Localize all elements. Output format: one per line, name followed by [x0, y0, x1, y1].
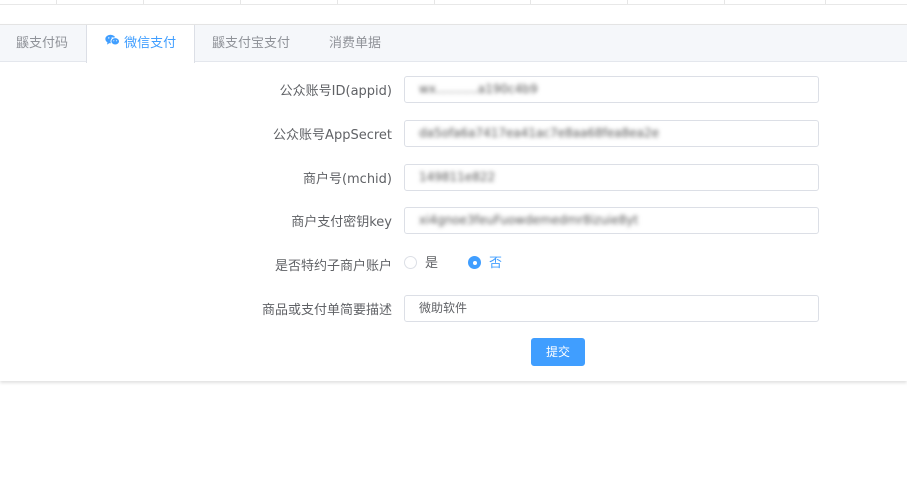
- mchid-value: 149811e822: [419, 170, 496, 184]
- mchid-label: 商户号(mchid): [302, 172, 392, 187]
- column-divider: [240, 0, 241, 4]
- tab-pay-code[interactable]: 鼷支付码: [16, 25, 68, 62]
- appid-field[interactable]: wx...........a190c4b9: [404, 76, 819, 103]
- radio-circle: [404, 256, 417, 269]
- column-divider: [56, 0, 57, 4]
- column-divider: [825, 0, 826, 4]
- payment-settings-panel: 鼷支付码 微信支付 鼷支付宝支付 消费单据 公众账号ID(appid) wx..…: [0, 24, 907, 381]
- radio-circle-checked: [468, 256, 481, 269]
- tab-alipay[interactable]: 鼷支付宝支付: [212, 25, 290, 62]
- appsecret-label: 公众账号AppSecret: [273, 128, 392, 143]
- appid-label: 公众账号ID(appid): [279, 84, 392, 99]
- key-value: xi4gnoe3feuFuowdemedmr8izuie8yt: [419, 213, 639, 227]
- wechat-icon: [105, 24, 120, 61]
- tab-wechat-pay[interactable]: 微信支付: [86, 25, 195, 63]
- column-divider: [337, 0, 338, 4]
- column-divider: [530, 0, 531, 4]
- column-divider: [143, 0, 144, 4]
- radio-yes-label: 是: [425, 256, 439, 271]
- tab-label: 鼷支付宝支付: [212, 36, 291, 51]
- column-divider: [627, 0, 628, 4]
- key-field[interactable]: xi4gnoe3feuFuowdemedmr8izuie8yt: [404, 207, 819, 234]
- radio-no[interactable]: 否: [468, 255, 502, 273]
- tab-label: 消费单据: [329, 36, 382, 51]
- radio-yes[interactable]: 是: [404, 255, 438, 273]
- column-divider: [724, 0, 725, 4]
- mchid-field[interactable]: 149811e822: [404, 164, 819, 191]
- special-merchant-label: 是否特约子商户账户: [274, 259, 392, 274]
- description-label: 商品或支付单简要描述: [261, 303, 392, 318]
- key-label: 商户支付密钥key: [291, 215, 392, 230]
- tab-bar: 鼷支付码 微信支付 鼷支付宝支付 消费单据: [0, 25, 907, 63]
- description-value: 微助软件: [419, 301, 468, 315]
- tab-label: 鼷支付码: [16, 36, 69, 51]
- top-table-edge: [0, 0, 907, 5]
- appsecret-value: da5ofa6a7417ea41ac7e8aa68fea8ea2e: [419, 126, 659, 140]
- radio-no-label: 否: [489, 256, 503, 271]
- appsecret-field[interactable]: da5ofa6a7417ea41ac7e8aa68fea8ea2e: [404, 120, 819, 147]
- description-field[interactable]: 微助软件: [404, 295, 819, 322]
- submit-button[interactable]: 提交: [531, 338, 585, 366]
- tab-label: 微信支付: [124, 36, 177, 51]
- tab-receipts[interactable]: 消费单据: [329, 25, 381, 62]
- column-divider: [434, 0, 435, 4]
- appid-value: wx...........a190c4b9: [419, 82, 538, 96]
